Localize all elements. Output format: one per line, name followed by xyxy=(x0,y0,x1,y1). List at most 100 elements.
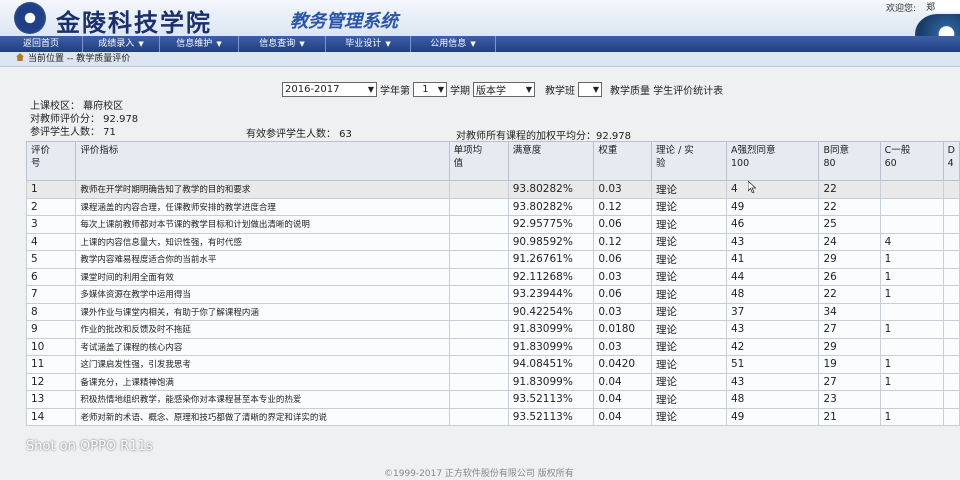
class-select[interactable]: ▼ xyxy=(578,81,602,97)
table-cell: 1 xyxy=(879,407,944,426)
table-cell: 90.98592% xyxy=(507,232,595,251)
table-cell: 24 xyxy=(818,232,881,251)
table-cell xyxy=(448,267,509,286)
camera-watermark: Shot on OPPO R11s xyxy=(26,439,153,454)
table-cell: 46 xyxy=(725,215,820,234)
column-header: 理论 / 实 验 xyxy=(651,141,727,181)
table-cell xyxy=(942,320,960,339)
table-cell xyxy=(879,180,944,199)
table-cell: 43 xyxy=(725,372,820,391)
table-cell xyxy=(942,302,960,321)
chevron-down-icon: ▼ xyxy=(525,84,532,94)
table-cell: 多媒体资源在教学中运用得当 xyxy=(75,285,450,304)
table-cell: 0.12 xyxy=(593,197,653,216)
report-title: 教学质量 学生评价统计表 xyxy=(610,85,724,97)
table-cell: 26 xyxy=(818,267,881,286)
term-select[interactable]: 1 ▼ xyxy=(413,81,447,97)
table-cell: 0.06 xyxy=(593,285,653,304)
table-cell: 10 xyxy=(25,337,77,356)
home-icon xyxy=(16,53,24,61)
table-cell: 93.80282% xyxy=(507,180,595,199)
nav-item-label: 信息查询 xyxy=(259,39,296,49)
table-cell: 22 xyxy=(818,197,881,216)
valid-participant-count: 有效参评学生人数： 63 xyxy=(246,129,352,140)
table-cell: 44 xyxy=(725,267,820,286)
table-cell: 理论 xyxy=(651,320,727,339)
table-cell: 1 xyxy=(25,180,77,199)
table-cell: 92.11268% xyxy=(507,267,595,286)
table-cell: 理论 xyxy=(651,355,727,374)
table-cell xyxy=(448,232,509,251)
course-type-select[interactable]: 版本学 ▼ xyxy=(473,81,535,97)
table-cell xyxy=(448,372,509,391)
table-cell: 理论 xyxy=(651,390,727,409)
nav-item-2[interactable]: 信息维护 ▼ xyxy=(160,36,239,52)
table-cell: 课堂时间的利用全面有效 xyxy=(75,267,450,286)
table-cell: 理论 xyxy=(651,337,727,356)
table-cell: 22 xyxy=(818,285,881,304)
table-cell: 49 xyxy=(725,407,820,426)
table-cell: 1 xyxy=(879,250,944,269)
column-header: 评价 号 xyxy=(25,141,77,181)
table-cell: 25 xyxy=(818,215,881,234)
table-cell: 93.52113% xyxy=(507,390,595,409)
table-cell: 41 xyxy=(725,250,820,269)
table-cell xyxy=(942,390,960,409)
nav-item-3[interactable]: 信息查询 ▼ xyxy=(239,36,326,52)
year-suffix-label: 学年第 xyxy=(380,85,410,97)
table-row: 11 这门课启发性强，引发我思考 94.08451% 0.0420 理论 51 19 1 xyxy=(25,355,960,374)
table-cell: 1 xyxy=(879,372,944,391)
chevron-down-icon: ▼ xyxy=(592,84,599,94)
table-cell: 29 xyxy=(818,250,881,269)
table-cell: 4 xyxy=(725,180,820,199)
table-cell: 27 xyxy=(818,372,881,391)
table-cell: 19 xyxy=(818,355,881,374)
table-cell: 43 xyxy=(725,320,820,339)
participant-count: 参评学生人数： 71 xyxy=(30,127,116,138)
table-row: 10 考试涵盖了课程的核心内容 91.83099% 0.03 理论 42 29 xyxy=(25,337,960,356)
welcome-text: 欢迎您: xyxy=(886,4,917,14)
nav-item-4[interactable]: 毕业设计 ▼ xyxy=(326,36,411,52)
column-header: 权重 xyxy=(593,141,653,181)
table-cell: 22 xyxy=(818,180,881,199)
table-cell: 0.04 xyxy=(593,407,653,426)
table-row: 7 多媒体资源在教学中运用得当 93.23944% 0.06 理论 48 22 1 xyxy=(25,285,960,304)
table-cell xyxy=(942,407,960,426)
table-cell: 0.06 xyxy=(593,215,653,234)
table-cell: 11 xyxy=(25,355,77,374)
school-name: 金陵科技学院 xyxy=(56,8,212,37)
copyright-footer: ©1999-2017 正方软件股份有限公司 版权所有 xyxy=(384,469,574,479)
table-cell: 0.03 xyxy=(593,180,653,199)
weighted-average: 对教师所有课程的加权平均分：92.978 xyxy=(456,131,631,142)
table-cell: 12 xyxy=(25,372,77,391)
table-cell: 老师对新的术语、概念、原理和技巧都做了清晰的界定和详实的说 xyxy=(75,407,450,426)
chevron-down-icon: ▼ xyxy=(385,40,391,48)
table-cell xyxy=(448,197,509,216)
app-header: 金陵科技学院 教务管理系统 欢迎您: 郑 xyxy=(0,0,960,54)
table-cell: 理论 xyxy=(651,250,727,269)
table-cell: 0.03 xyxy=(593,267,653,286)
table-cell xyxy=(448,302,509,321)
year-select[interactable]: 2016-2017 ▼ xyxy=(282,81,377,97)
table-cell xyxy=(448,407,509,426)
nav-item-1[interactable]: 成绩录入 ▼ xyxy=(83,36,160,52)
table-cell xyxy=(942,250,960,269)
table-cell: 理论 xyxy=(651,180,727,199)
table-cell: 93.80282% xyxy=(507,197,595,216)
table-cell: 21 xyxy=(818,407,881,426)
table-cell: 1 xyxy=(879,285,944,304)
nav-item-5[interactable]: 公用信息 ▼ xyxy=(411,36,496,52)
table-cell: 理论 xyxy=(651,197,727,216)
table-row: 12 备课充分，上课精神饱满 91.83099% 0.04 理论 43 27 1 xyxy=(25,372,960,391)
table-cell: 93.52113% xyxy=(507,407,595,426)
nav-item-0[interactable]: 返回首页 xyxy=(0,36,83,52)
class-label: 教学班 xyxy=(545,85,575,97)
table-cell xyxy=(942,372,960,391)
table-cell: 0.04 xyxy=(593,372,653,391)
table-cell: 这门课启发性强，引发我思考 xyxy=(75,355,450,374)
table-row: 1 教师在开学时期明确告知了教学的目的和要求 93.80282% 0.03 理论 4 22 xyxy=(25,180,960,199)
school-logo xyxy=(14,2,46,34)
table-cell: 4 xyxy=(879,232,944,251)
table-cell: 理论 xyxy=(651,215,727,234)
table-cell: 51 xyxy=(725,355,820,374)
